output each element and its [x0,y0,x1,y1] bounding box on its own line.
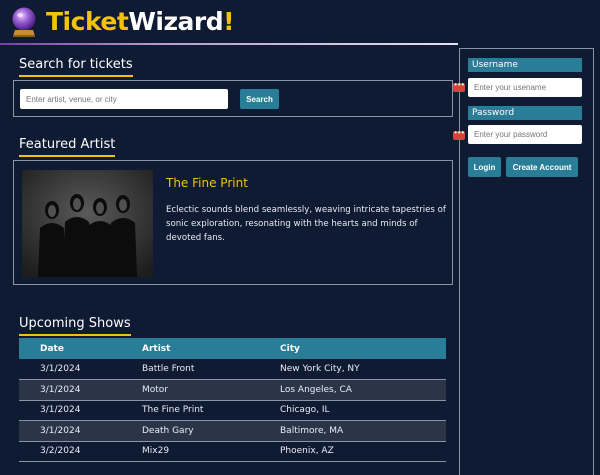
cell-artist: The Fine Print [121,400,259,421]
login-sidebar: Username ••• Password ••• Login Create A… [453,48,594,475]
cell-date: 3/1/2024 [19,400,121,421]
table-header-row: Date Artist City [19,338,446,359]
cell-city: Phoenix, AZ [259,441,446,462]
cell-date: 3/1/2024 [19,379,121,401]
cell-date: 3/1/2024 [19,359,121,380]
cell-artist: Motor [121,379,259,401]
search-button[interactable]: Search [240,89,279,109]
brand-part-wizard: Wizard [128,7,224,36]
username-field[interactable] [468,78,582,97]
column-header-artist: Artist [121,338,259,359]
brand-logo[interactable]: TicketWizard! [46,6,235,38]
cell-city: Chicago, IL [259,400,446,421]
table-row[interactable]: 3/1/2024 Death Gary Baltimore, MA [19,420,446,442]
password-manager-icon[interactable]: ••• [453,82,465,92]
search-title: Search for tickets [19,57,133,77]
shows-title: Upcoming Shows [19,316,131,336]
table-row[interactable]: 3/2/2024 Mix29 Phoenix, AZ [19,441,446,462]
column-header-date: Date [19,338,121,359]
table-row[interactable]: 3/1/2024 The Fine Print Chicago, IL [19,400,446,421]
password-label: Password [468,106,582,120]
cell-date: 3/1/2024 [19,420,121,442]
create-account-button[interactable]: Create Account [506,157,578,177]
column-header-city: City [259,338,446,359]
band-photo-image [22,170,153,277]
username-label: Username [468,58,582,72]
table-row[interactable]: 3/1/2024 Motor Los Angeles, CA [19,379,446,401]
search-input[interactable] [20,89,228,109]
table-row[interactable]: 3/1/2024 Battle Front New York City, NY [19,359,446,380]
cell-date: 3/2/2024 [19,441,121,462]
cell-city: New York City, NY [259,359,446,380]
cell-city: Los Angeles, CA [259,379,446,401]
featured-artist-description: Eclectic sounds blend seamlessly, weavin… [166,205,446,243]
password-manager-icon[interactable]: ••• [453,130,465,140]
cell-city: Baltimore, MA [259,420,446,442]
featured-panel: The Fine Print Eclectic sounds blend sea… [13,160,453,285]
cell-artist: Mix29 [121,441,259,462]
header-divider [0,43,458,45]
featured-artist-name[interactable]: The Fine Print [166,175,248,191]
search-panel: Search [13,80,453,117]
crystal-ball-icon [12,7,36,37]
artist-photo [22,170,153,277]
password-field[interactable] [468,125,582,144]
cell-artist: Battle Front [121,359,259,380]
login-button[interactable]: Login [468,157,501,177]
header: TicketWizard! [0,0,600,45]
brand-exclamation: ! [223,7,235,36]
cell-artist: Death Gary [121,420,259,442]
shows-table: Date Artist City 3/1/2024 Battle Front N… [19,338,446,462]
brand-part-ticket: Ticket [46,7,129,36]
featured-title: Featured Artist [19,137,116,157]
